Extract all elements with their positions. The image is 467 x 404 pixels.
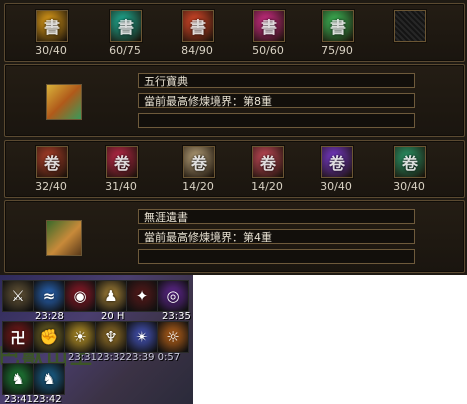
book-pages-row-2: 卷 32/40 卷 31/40 卷 14/20 卷 14/20 卷 30/40 卷 30/40 — [4, 140, 465, 198]
buff-glyph: ✊ — [39, 328, 59, 346]
slot-glyph: 卷 — [401, 154, 418, 173]
slot-glyph: 卷 — [43, 154, 60, 173]
slot-glyph: 書 — [117, 18, 134, 37]
magenta-book-icon[interactable]: 書 — [253, 10, 285, 42]
warrior-buff-icon[interactable]: ♟ — [95, 280, 127, 312]
empty-slot-icon[interactable] — [394, 10, 426, 42]
sun-burst-buff-icon[interactable]: ☼ — [157, 321, 189, 353]
red-book-icon[interactable]: 書 — [182, 10, 214, 42]
book-realm-field: 當前最高修煉境界：第8重 — [138, 93, 415, 108]
slot-glyph: 卷 — [259, 154, 276, 173]
teal-book-icon[interactable]: 書 — [110, 10, 142, 42]
buff-glyph: ♞ — [11, 370, 25, 388]
green-figure-buff-icon[interactable]: ♞ — [2, 363, 34, 395]
blue-figure-buff-icon[interactable]: ♞ — [33, 363, 65, 395]
water-buff-icon[interactable]: ≈ — [33, 280, 65, 312]
book-section-five-elements: 五行寶典 當前最高修煉境界：第8重 — [4, 64, 465, 137]
slot-glyph: 書 — [189, 18, 206, 37]
item-count: 75/90 — [321, 44, 353, 57]
jade-scroll-icon[interactable]: 卷 — [394, 146, 426, 178]
book-realm-field: 當前最高修煉境界：第4重 — [138, 229, 415, 244]
item-count: 60/75 — [109, 44, 141, 57]
book-extra-field — [138, 113, 415, 128]
rose-scroll-icon[interactable]: 卷 — [252, 146, 284, 178]
lightning-buff-icon[interactable]: ✴ — [126, 321, 158, 353]
buff-status-hud: 巴獸山上 ⚔ ≈ ◉ ♟ ✦ ◎ 23:28 20 H 23:35 卍 ✊ ☀ ♆ ✴ ☼ 23:3… — [0, 275, 193, 404]
slot-glyph: 卷 — [113, 154, 130, 173]
item-count: 14/20 — [251, 180, 283, 193]
buff-glyph: ◉ — [73, 287, 87, 305]
buff-glyph: 卍 — [10, 328, 26, 347]
item-count: 50/60 — [252, 44, 284, 57]
crimson-mask-buff-icon[interactable]: ◉ — [64, 280, 96, 312]
golden-figure-buff-icon[interactable]: ♆ — [95, 321, 127, 353]
book-name-field: 五行寶典 — [138, 73, 415, 88]
red-scroll-icon[interactable]: 卷 — [36, 146, 68, 178]
item-count: 30/40 — [320, 180, 352, 193]
book-name-field: 無涯遺書 — [138, 209, 415, 224]
item-count: 31/40 — [105, 180, 137, 193]
slot-glyph: 卷 — [190, 154, 207, 173]
buff-glyph: ♆ — [104, 328, 118, 346]
fist-buff-icon[interactable]: ✊ — [33, 321, 65, 353]
buff-glyph: ✦ — [135, 287, 149, 305]
buff-glyph: ☀ — [73, 328, 87, 346]
buff-glyph: ◎ — [166, 287, 180, 305]
beige-scroll-icon[interactable]: 卷 — [183, 146, 215, 178]
buff-glyph: ⚔ — [11, 287, 25, 305]
green-book-icon[interactable]: 書 — [322, 10, 354, 42]
vortex-buff-icon[interactable]: ◎ — [157, 280, 189, 312]
item-count: 30/40 — [35, 44, 67, 57]
boundless-legacy-book-icon[interactable] — [46, 220, 82, 256]
book-pages-row-1: 書 30/40 書 60/75 書 84/90 書 50/60 書 75/90 — [4, 3, 465, 62]
buff-glyph: ☼ — [166, 328, 180, 346]
yellow-book-icon[interactable]: 書 — [36, 10, 68, 42]
sword-buff-icon[interactable]: ⚔ — [2, 280, 34, 312]
slot-glyph: 書 — [260, 18, 277, 37]
item-count: 32/40 — [35, 180, 67, 193]
item-count: 14/20 — [182, 180, 214, 193]
crimson-scroll-icon[interactable]: 卷 — [106, 146, 138, 178]
five-element-tome-icon[interactable] — [46, 84, 82, 120]
golden-aura-buff-icon[interactable]: ☀ — [64, 321, 96, 353]
slot-glyph: 書 — [329, 18, 346, 37]
buff-timers-row-2: 23:3123:3223:39 0:57 — [68, 352, 181, 363]
martial-arts-book-panel: 書 30/40 書 60/75 書 84/90 書 50/60 書 75/90 五行寶典 當前最高… — [0, 0, 467, 275]
item-count: 84/90 — [181, 44, 213, 57]
red-rune-buff-icon[interactable]: 卍 — [2, 321, 34, 353]
dark-red-buff-icon[interactable]: ✦ — [126, 280, 158, 312]
buff-timers-row-3: 23:4123:42 — [4, 394, 62, 404]
buff-glyph: ♟ — [104, 287, 118, 305]
buff-glyph: ♞ — [42, 370, 56, 388]
purple-scroll-icon[interactable]: 卷 — [321, 146, 353, 178]
item-count: 30/40 — [393, 180, 425, 193]
buff-glyph: ✴ — [135, 328, 149, 346]
book-extra-field — [138, 249, 415, 264]
buff-glyph: ≈ — [42, 287, 56, 305]
book-section-boundless: 無涯遺書 當前最高修煉境界：第4重 — [4, 200, 465, 273]
slot-glyph: 書 — [43, 18, 60, 37]
slot-glyph: 卷 — [328, 154, 345, 173]
